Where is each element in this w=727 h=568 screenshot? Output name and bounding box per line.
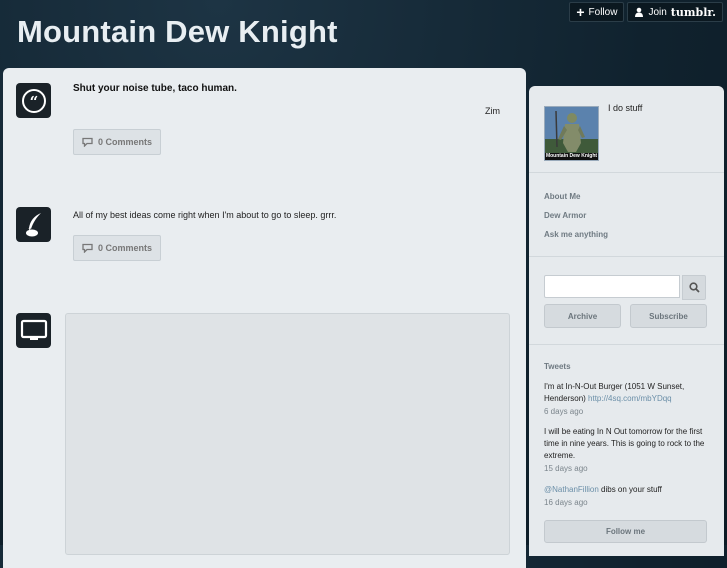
tweet-time[interactable]: 15 days ago [544,464,588,473]
tumblr-controls: + Follow Join tumblr. [569,2,723,22]
comment-icon [82,243,93,253]
avatar-caption: Mountain Dew Knight [545,153,598,160]
comments-label: 0 Comments [97,243,152,253]
monitor-icon[interactable] [16,313,51,348]
tweets-heading: Tweets [544,362,571,371]
nav-dew-armor[interactable]: Dew Armor [544,211,586,220]
tweet-mention[interactable]: @NathanFillion [544,485,599,494]
follow-button[interactable]: + Follow [569,2,625,22]
subscribe-button[interactable]: Subscribe [630,304,707,328]
tweet: I will be eating In N Out tomorrow for t… [544,426,709,462]
tweet-time[interactable]: 6 days ago [544,407,583,416]
comment-icon [82,137,93,147]
user-icon [635,7,644,17]
posts-column: “ Shut your noise tube, taco human. Zim … [3,68,526,568]
tweet-text: dibs on your stuff [598,485,662,494]
nav-ask-me-anything[interactable]: Ask me anything [544,230,608,239]
quote-icon[interactable]: “ [16,83,51,118]
comments-label: 0 Comments [97,137,152,147]
plus-icon: + [576,4,585,20]
tweet: @NathanFillion dibs on your stuff [544,484,709,496]
quill-icon[interactable] [16,207,51,242]
sidebar: Mountain Dew Knight I do stuff About Me … [529,86,724,556]
divider [529,344,724,345]
tweet-link[interactable]: http://4sq.com/mbYDqq [588,394,672,403]
search-input[interactable] [544,275,680,298]
search-button[interactable] [682,275,706,300]
follow-label: Follow [588,6,618,18]
comments-button[interactable]: 0 Comments [73,129,161,155]
tweet-text: I will be eating In N Out tomorrow for t… [544,427,705,460]
video-player[interactable] [65,313,510,555]
tumblr-brand: tumblr. [670,5,716,19]
quote-source: Zim [485,106,500,116]
blog-description: I do stuff [608,103,643,113]
search-icon [688,282,700,293]
quote-text: Shut your noise tube, taco human. [73,83,237,94]
comments-button[interactable]: 0 Comments [73,235,161,261]
tweet: I'm at In-N-Out Burger (1051 W Sunset, H… [544,381,709,405]
follow-me-button[interactable]: Follow me [544,520,707,543]
join-tumblr-button[interactable]: Join tumblr. [627,2,723,22]
blog-title[interactable]: Mountain Dew Knight [17,14,338,50]
nav-about-me[interactable]: About Me [544,192,580,201]
divider [529,256,724,257]
archive-button[interactable]: Archive [544,304,621,328]
divider [529,172,724,173]
join-label: Join [648,6,667,18]
svg-text:“: “ [29,93,38,111]
tweet-time[interactable]: 16 days ago [544,498,588,507]
post-body: All of my best ideas come right when I'm… [73,210,337,220]
avatar[interactable]: Mountain Dew Knight [544,106,599,161]
